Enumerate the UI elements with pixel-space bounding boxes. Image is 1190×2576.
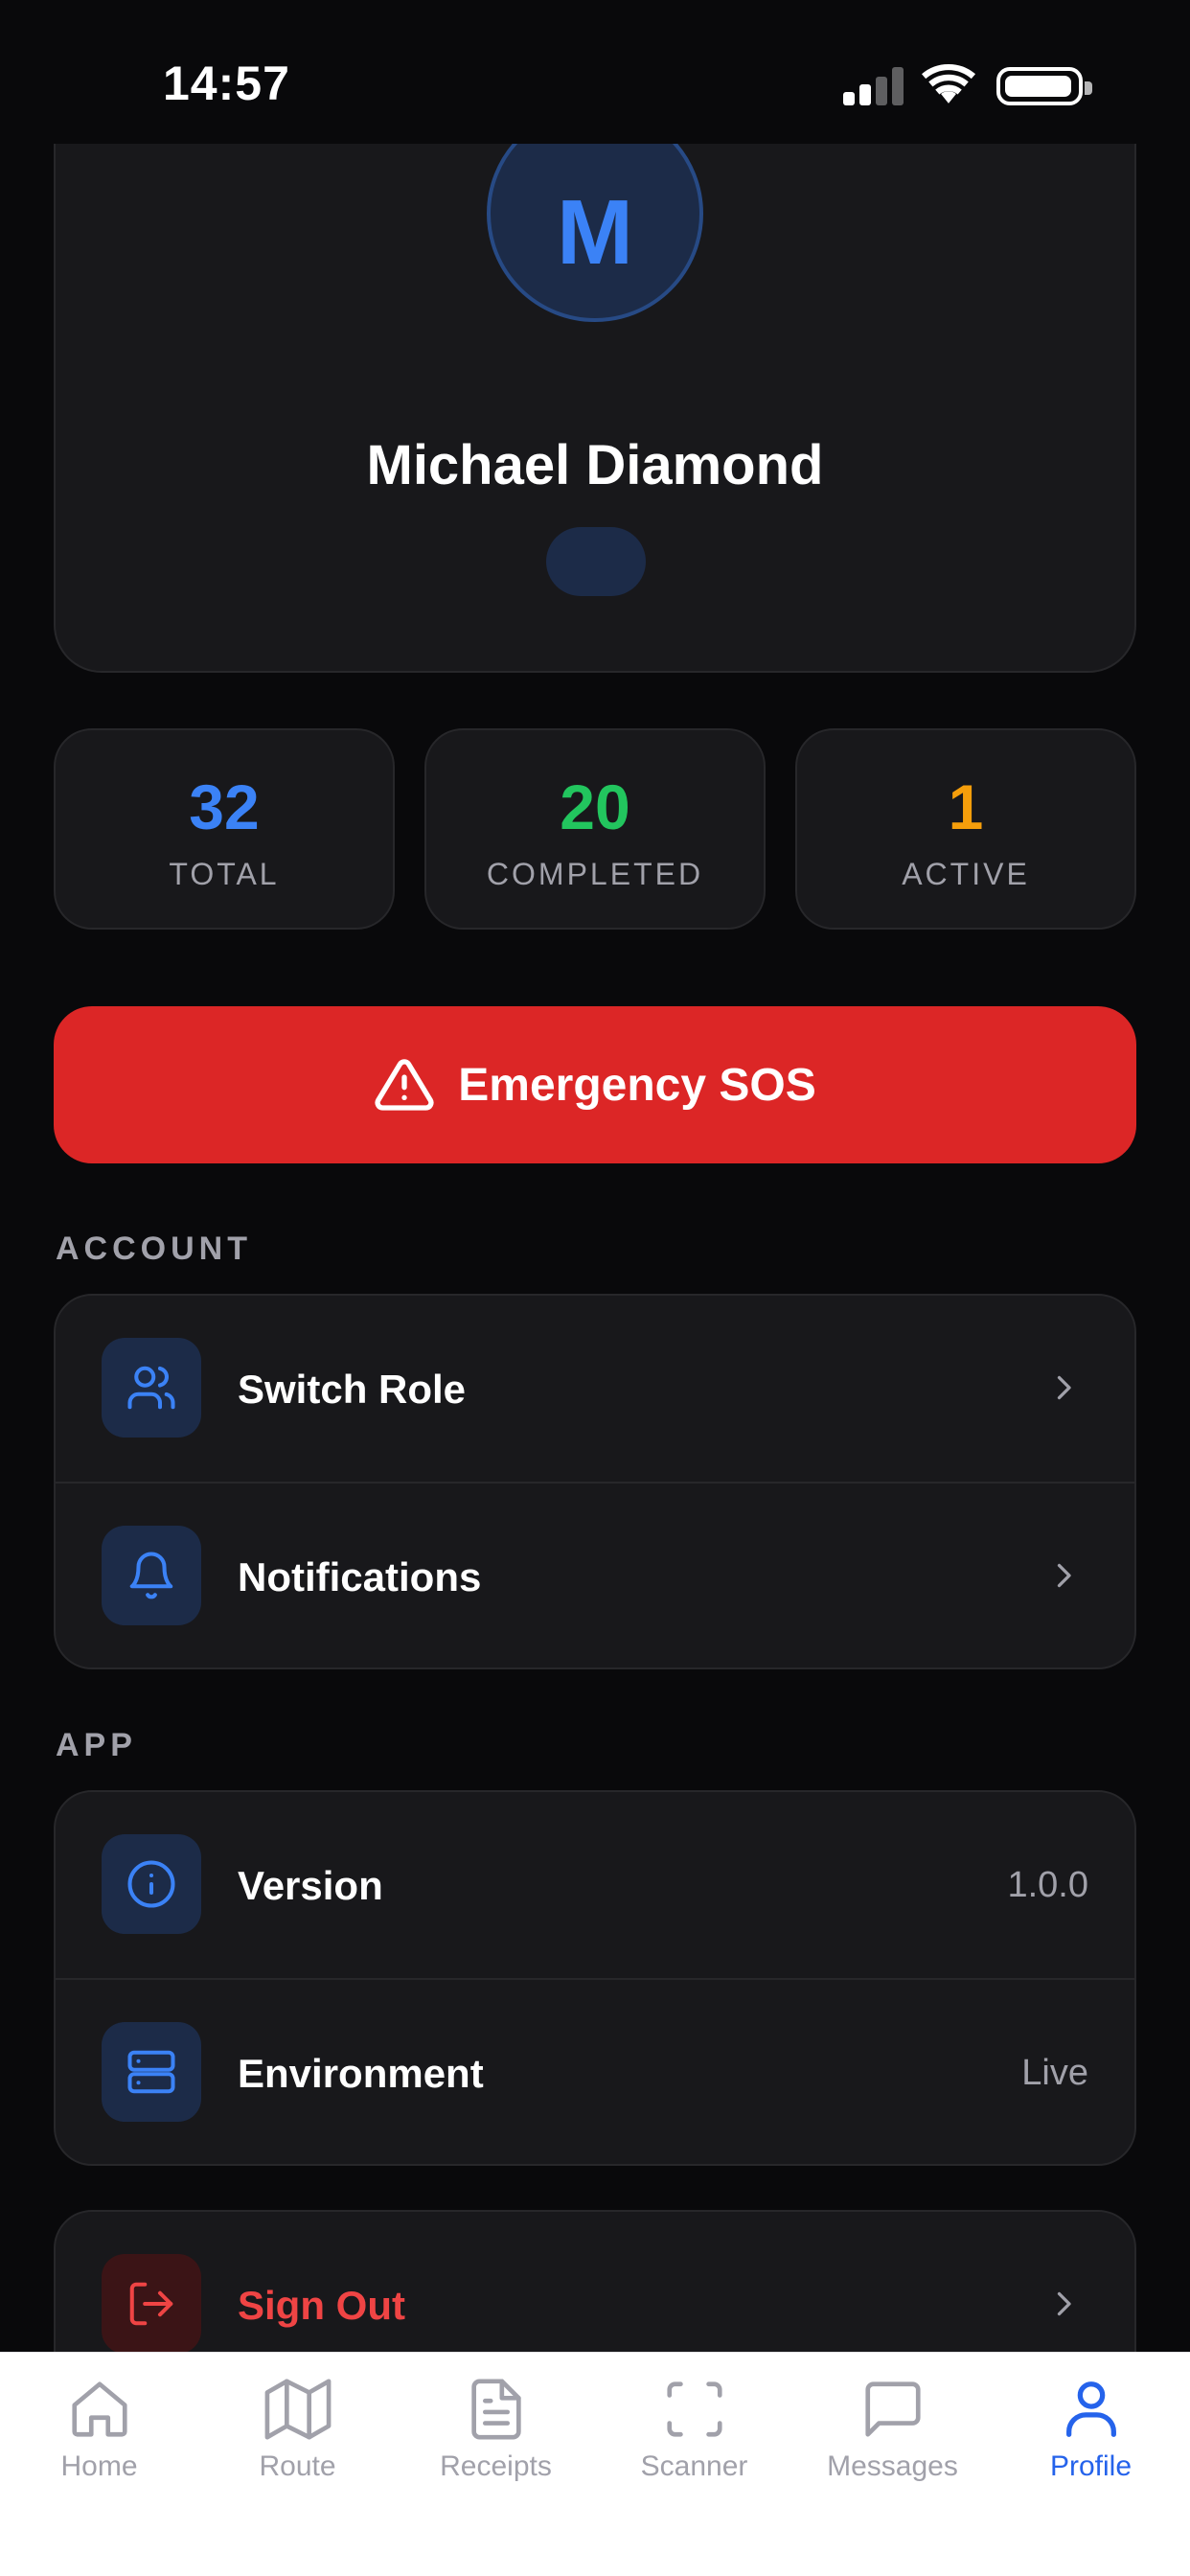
profile-card: M Michael Diamond: [54, 144, 1136, 673]
section-title-account: ACCOUNT: [56, 1230, 252, 1267]
sign-out-row[interactable]: Sign Out: [56, 2212, 1134, 2352]
stat-completed-value: 20: [560, 771, 630, 842]
receipt-icon: [470, 2379, 521, 2440]
stat-total-value: 32: [189, 771, 260, 842]
notifications-label: Notifications: [238, 1554, 482, 1599]
tab-bar: Home Route Receipts Scanner Messages Pro…: [0, 2352, 1190, 2576]
chevron-right-icon: [1057, 1563, 1071, 1588]
tab-profile[interactable]: Profile: [992, 2376, 1190, 2483]
stat-completed: 20 COMPLETED: [424, 728, 766, 930]
status-time: 14:57: [163, 57, 290, 110]
chevron-right-icon: [1057, 2291, 1071, 2316]
status-bar: 14:57: [0, 0, 1190, 144]
switch-role-label: Switch Role: [238, 1367, 467, 1412]
user-icon: [1065, 2381, 1116, 2437]
sign-out-label: Sign Out: [238, 2283, 405, 2328]
warning-triangle-icon: [375, 1059, 434, 1111]
battery-icon: [996, 67, 1092, 105]
scan-icon: [666, 2381, 722, 2437]
stat-total-label: TOTAL: [169, 857, 280, 891]
tab-profile-label: Profile: [1049, 2450, 1133, 2482]
tab-receipts-label: Receipts: [440, 2450, 552, 2482]
profile-scroll-content[interactable]: M Michael Diamond 32 TOTAL 20 COMPLETED …: [0, 0, 1190, 2352]
tab-messages[interactable]: Messages: [793, 2376, 992, 2483]
stat-completed-label: COMPLETED: [486, 857, 704, 891]
version-row: Version 1.0.0: [56, 1792, 1134, 1978]
stat-active: 1 ACTIVE: [795, 728, 1136, 930]
bell-icon: [102, 1526, 201, 1625]
map-icon: [264, 2379, 331, 2440]
account-group: Switch Role Notifications: [54, 1294, 1136, 1669]
cellular-signal-icon: [843, 67, 904, 105]
app-group: Version 1.0.0 Environment Live: [54, 1790, 1136, 2166]
sign-out-group: Sign Out: [54, 2210, 1136, 2352]
tab-home-label: Home: [60, 2450, 138, 2482]
tab-scanner[interactable]: Scanner: [595, 2376, 793, 2483]
home-icon: [71, 2381, 127, 2437]
tab-receipts[interactable]: Receipts: [397, 2376, 595, 2483]
log-out-icon: [102, 2254, 201, 2352]
stat-total: 32 TOTAL: [54, 728, 395, 930]
stat-active-value: 1: [948, 771, 984, 842]
tab-route-label: Route: [259, 2450, 336, 2482]
users-icon: [102, 1338, 201, 1438]
tab-home[interactable]: Home: [0, 2376, 198, 2483]
notifications-row[interactable]: Notifications: [56, 1482, 1134, 1668]
tab-messages-label: Messages: [827, 2450, 958, 2482]
chevron-right-icon: [1057, 1375, 1071, 1400]
environment-label: Environment: [238, 2051, 484, 2096]
avatar: M: [487, 144, 703, 322]
emergency-sos-button[interactable]: Emergency SOS: [54, 1006, 1136, 1163]
version-value: 1.0.0: [1007, 1865, 1088, 1905]
switch-role-row[interactable]: Switch Role: [56, 1296, 1134, 1482]
emergency-sos-label: Emergency SOS: [458, 1059, 816, 1111]
server-icon: [102, 2022, 201, 2122]
info-icon: [102, 1834, 201, 1934]
profile-name: Michael Diamond: [366, 434, 824, 496]
stats-row: 32 TOTAL 20 COMPLETED 1 ACTIVE: [54, 728, 1136, 930]
stat-active-label: ACTIVE: [902, 857, 1030, 891]
section-title-app: APP: [56, 1727, 137, 1763]
environment-row: Environment Live: [56, 1978, 1134, 2164]
wifi-icon: [922, 63, 975, 104]
message-icon: [864, 2381, 921, 2437]
version-label: Version: [238, 1863, 383, 1908]
role-badge: [546, 527, 646, 596]
tab-scanner-label: Scanner: [640, 2450, 748, 2482]
environment-value: Live: [1021, 2053, 1088, 2093]
tab-route[interactable]: Route: [198, 2376, 397, 2483]
